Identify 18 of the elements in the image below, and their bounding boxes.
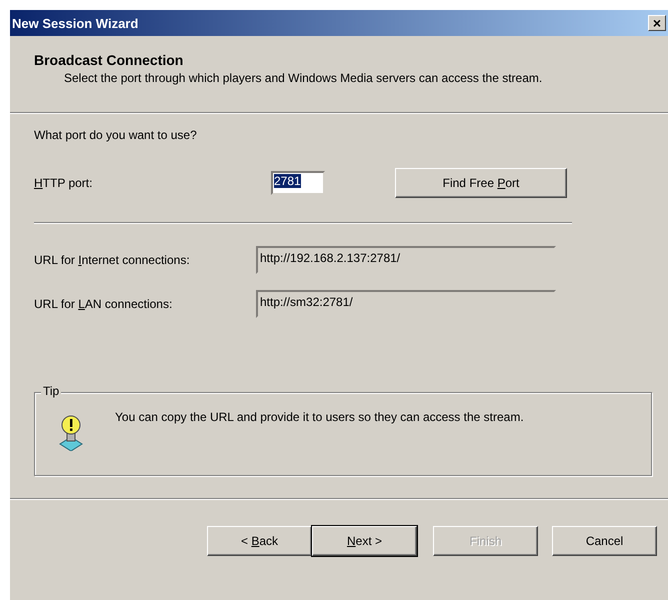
url-field[interactable]: http://192.168.2.137:2781/ bbox=[256, 246, 556, 274]
tip-legend: Tip bbox=[41, 384, 62, 398]
page-heading: Broadcast Connection bbox=[34, 52, 184, 68]
wizard-button[interactable]: Next > bbox=[312, 526, 417, 556]
url-field[interactable]: http://sm32:2781/ bbox=[256, 290, 556, 318]
window-title: New Session Wizard bbox=[12, 16, 138, 30]
http-port-label: HTTP port: bbox=[34, 176, 94, 190]
lightbulb-icon bbox=[59, 415, 83, 451]
url-label: URL for Internet connections: bbox=[34, 253, 191, 267]
close-button[interactable]: × bbox=[648, 15, 666, 31]
tip-text: You can copy the URL and provide it to users so they can access the stream. bbox=[115, 410, 524, 424]
http-port-field[interactable]: 2781 bbox=[271, 171, 325, 195]
find-free-port-button[interactable]: Find Free Port bbox=[395, 168, 567, 198]
question-text: What port do you want to use? bbox=[34, 128, 198, 144]
wizard-button[interactable]: < Back bbox=[207, 526, 312, 556]
page-description: Select the port through which players and Windows Media servers can access the stream. bbox=[64, 70, 544, 86]
url-label: URL for LAN connections: bbox=[34, 297, 174, 311]
wizard-button[interactable]: Cancel bbox=[552, 526, 657, 556]
